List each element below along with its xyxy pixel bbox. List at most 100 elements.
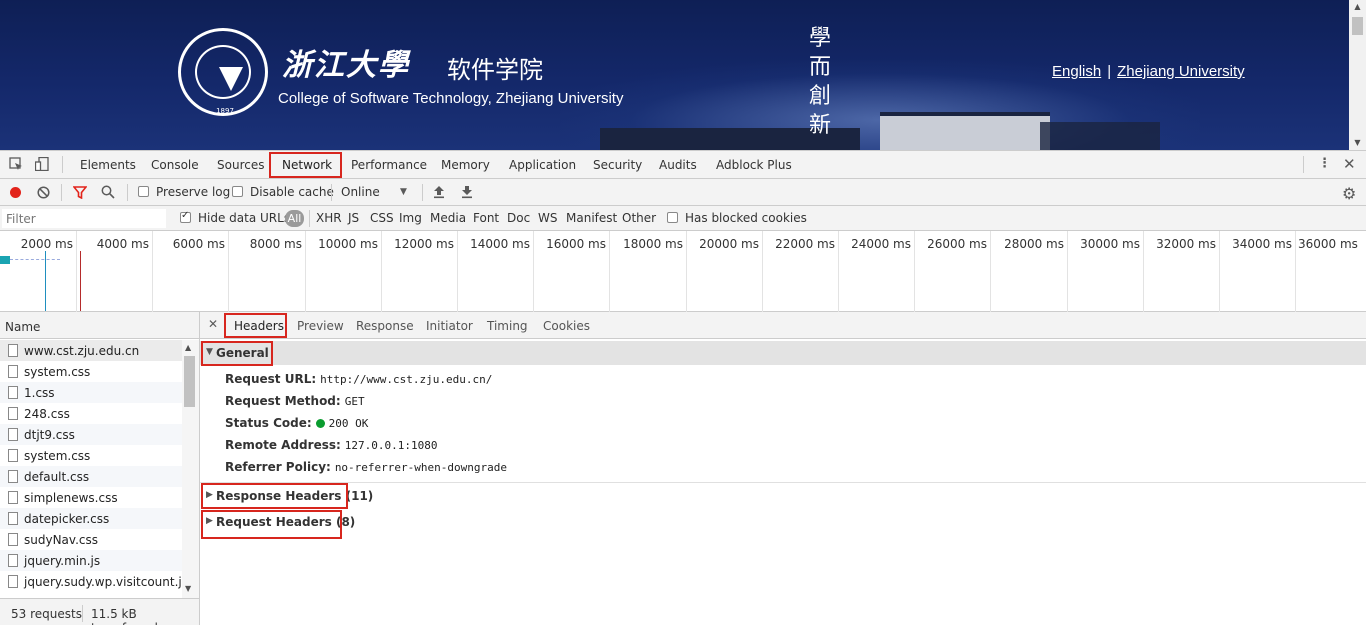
tab-console[interactable]: Console [151, 158, 199, 172]
tab-adblock-plus[interactable]: Adblock Plus [716, 158, 792, 172]
request-row[interactable]: datepicker.css [0, 508, 182, 529]
zhejiang-university-link[interactable]: Zhejiang University [1117, 63, 1245, 80]
import-har-icon[interactable] [433, 185, 445, 203]
request-row[interactable]: dtjt9.css [0, 424, 182, 445]
file-icon [8, 554, 18, 567]
request-headers-section-header[interactable]: ▶ Request Headers (8) [200, 510, 1366, 534]
search-icon[interactable] [101, 185, 115, 203]
tabbar-separator [62, 156, 63, 173]
has-blocked-cookies-checkbox[interactable] [667, 212, 678, 223]
more-options-icon[interactable]: ⋮ [1318, 156, 1331, 171]
scroll-down-icon[interactable]: ▼ [1349, 138, 1366, 147]
request-list-scroll-thumb[interactable] [184, 356, 195, 407]
request-name: system.css [24, 365, 91, 379]
toolbar-separator [331, 184, 332, 201]
request-row[interactable]: jquery.sudy.wp.visitcount.js [0, 571, 188, 592]
name-column-header[interactable]: Name [5, 320, 40, 334]
tab-performance[interactable]: Performance [351, 158, 427, 172]
filter-bar: Hide data URLs All XHR JS CSS Img Media … [0, 206, 1366, 231]
filter-type-font[interactable]: Font [473, 211, 499, 225]
filter-type-img[interactable]: Img [399, 211, 422, 225]
request-name: 248.css [24, 407, 70, 421]
request-row[interactable]: default.css [0, 466, 182, 487]
filter-type-js[interactable]: JS [348, 211, 359, 225]
file-icon [8, 407, 18, 420]
request-list-scrollbar[interactable]: ▲ ▼ [182, 340, 199, 598]
site-banner: 1897 浙江大學 软件学院 College of Software Techn… [0, 0, 1366, 150]
filter-type-manifest[interactable]: Manifest [566, 211, 617, 225]
tab-application[interactable]: Application [509, 158, 576, 172]
university-seal-logo[interactable]: 1897 [178, 28, 268, 116]
scroll-up-icon[interactable]: ▲ [1349, 2, 1366, 11]
disable-cache-checkbox[interactable] [232, 186, 243, 197]
record-icon[interactable] [9, 186, 22, 203]
english-link[interactable]: English [1052, 63, 1101, 80]
filter-type-other[interactable]: Other [622, 211, 656, 225]
file-icon [8, 533, 18, 546]
request-name: jquery.sudy.wp.visitcount.js [24, 575, 188, 589]
gear-icon[interactable]: ⚙ [1342, 184, 1356, 203]
response-headers-section-header[interactable]: ▶ Response Headers (11) [200, 484, 1366, 508]
timeline-tick-label: 24000 ms [851, 237, 911, 251]
timeline-tick-label: 16000 ms [546, 237, 606, 251]
request-row[interactable]: sudyNav.css [0, 529, 182, 550]
seal-year: 1897 [216, 107, 234, 115]
page-scroll-thumb[interactable] [1352, 17, 1363, 35]
tab-memory[interactable]: Memory [441, 158, 490, 172]
tab-response[interactable]: Response [356, 319, 414, 333]
clear-icon[interactable] [37, 186, 50, 203]
general-highlight [201, 341, 273, 366]
tab-preview[interactable]: Preview [297, 319, 344, 333]
throttling-select[interactable]: Online [341, 185, 380, 199]
tab-timing[interactable]: Timing [487, 319, 528, 333]
chevron-down-icon[interactable]: ▼ [400, 187, 407, 197]
request-name: dtjt9.css [24, 428, 75, 442]
seal-inner-ring: 1897 [195, 45, 251, 115]
request-row[interactable]: www.cst.zju.edu.cn [0, 340, 182, 361]
filter-type-doc[interactable]: Doc [507, 211, 530, 225]
timeline-tick-label: 36000 ms [1298, 237, 1358, 251]
timeline-bar-waiting [10, 259, 60, 261]
general-section-header[interactable]: ▼ General [200, 341, 1366, 365]
filter-input[interactable] [2, 209, 166, 228]
campus-building-main [880, 112, 1050, 150]
page-scrollbar[interactable]: ▲ ▼ [1349, 0, 1366, 150]
close-detail-icon[interactable]: ✕ [208, 317, 218, 331]
request-count: 53 requests [11, 607, 82, 621]
tab-elements[interactable]: Elements [80, 158, 136, 172]
request-row[interactable]: 1.css [0, 382, 182, 403]
request-list-header[interactable]: Name [0, 312, 199, 339]
referrer-policy-key: Referrer Policy: [225, 460, 331, 474]
brand-english-title[interactable]: College of Software Technology, Zhejiang… [278, 90, 623, 107]
export-har-icon[interactable] [461, 185, 473, 203]
response-headers-highlight [201, 483, 348, 509]
tab-audits[interactable]: Audits [659, 158, 697, 172]
filter-type-css[interactable]: CSS [370, 211, 394, 225]
tab-cookies[interactable]: Cookies [543, 319, 590, 333]
scroll-down-icon[interactable]: ▼ [185, 584, 191, 593]
device-toolbar-icon[interactable] [34, 156, 49, 175]
request-row[interactable]: 248.css [0, 403, 182, 424]
has-blocked-cookies-label: Has blocked cookies [685, 211, 807, 225]
request-row[interactable]: jquery.min.js [0, 550, 182, 571]
network-overview-timeline[interactable]: 2000 ms 4000 ms 6000 ms 8000 ms 10000 ms 1200… [0, 231, 1366, 312]
request-row[interactable]: system.css [0, 361, 182, 382]
tab-security[interactable]: Security [593, 158, 642, 172]
filter-type-ws[interactable]: WS [538, 211, 557, 225]
request-row[interactable]: system.css [0, 445, 182, 466]
filter-type-xhr[interactable]: XHR [316, 211, 342, 225]
scroll-up-icon[interactable]: ▲ [185, 343, 191, 352]
filter-type-all[interactable]: All [285, 210, 304, 227]
tab-sources[interactable]: Sources [217, 158, 264, 172]
request-method-field: Request Method: GET [225, 394, 365, 408]
brand-chinese-calligraphy[interactable]: 浙江大學 [282, 40, 410, 84]
filter-type-media[interactable]: Media [430, 211, 466, 225]
hide-data-urls-checkbox[interactable] [180, 210, 191, 223]
inspect-element-icon[interactable] [9, 157, 23, 175]
tab-initiator[interactable]: Initiator [426, 319, 473, 333]
request-row[interactable]: simplenews.css [0, 487, 182, 508]
filter-icon[interactable] [72, 186, 88, 203]
preserve-log-checkbox[interactable] [138, 186, 149, 197]
brand-chinese-subtitle[interactable]: 软件学院 [447, 50, 543, 85]
close-devtools-icon[interactable]: ✕ [1343, 155, 1356, 173]
